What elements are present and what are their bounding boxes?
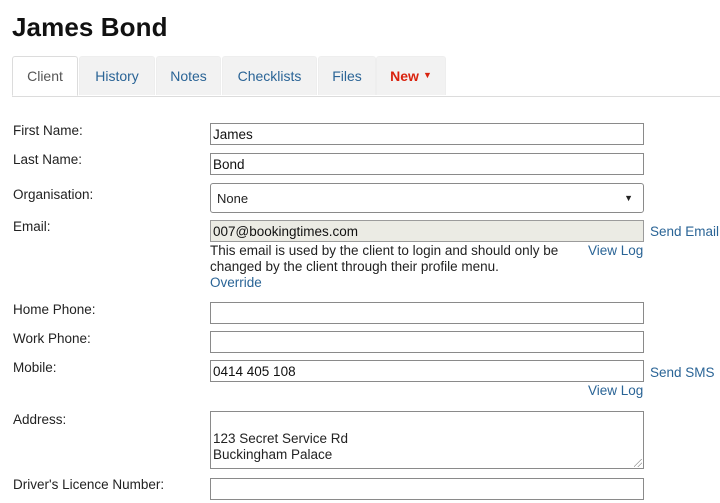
licence-input[interactable] — [210, 478, 644, 500]
organisation-label: Organisation: — [13, 187, 94, 202]
email-label: Email: — [13, 219, 51, 234]
tab-bar: Client History Notes Checklists Files Ne… — [12, 56, 720, 97]
email-help-text: This email is used by the client to logi… — [210, 243, 559, 274]
send-sms-link[interactable]: Send SMS — [650, 365, 715, 380]
tab-client-label: Client — [27, 68, 63, 84]
caret-down-icon: ▼ — [422, 70, 432, 80]
tab-client[interactable]: Client — [12, 56, 78, 96]
tab-files[interactable]: Files — [318, 56, 376, 95]
tab-files-label: Files — [332, 68, 362, 84]
tab-history-label: History — [95, 68, 139, 84]
tab-new-dropdown[interactable]: New ▼ — [376, 56, 446, 95]
mobile-label: Mobile: — [13, 360, 57, 375]
first-name-input[interactable]: James — [210, 123, 644, 145]
home-phone-input[interactable] — [210, 302, 644, 324]
first-name-label: First Name: — [13, 123, 83, 138]
address-textarea[interactable]: 123 Secret Service Rd Buckingham Palace — [210, 411, 644, 469]
chevron-down-icon: ▼ — [624, 193, 633, 203]
mobile-view-log-link[interactable]: View Log — [588, 383, 643, 398]
email-override-link[interactable]: Override — [210, 275, 262, 290]
tab-history[interactable]: History — [79, 56, 155, 95]
work-phone-label: Work Phone: — [13, 331, 91, 346]
mobile-input[interactable]: 0414 405 108 — [210, 360, 644, 382]
email-view-log-link[interactable]: View Log — [588, 243, 643, 258]
page-title: James Bond — [12, 12, 168, 42]
home-phone-label: Home Phone: — [13, 302, 96, 317]
email-input[interactable]: 007@bookingtimes.com — [210, 220, 644, 242]
tab-new-label: New — [390, 68, 419, 84]
licence-label: Driver's Licence Number: — [13, 477, 165, 492]
resize-handle-icon[interactable] — [634, 459, 642, 467]
tab-checklists[interactable]: Checklists — [222, 56, 317, 95]
tab-checklists-label: Checklists — [237, 68, 302, 84]
work-phone-input[interactable] — [210, 331, 644, 353]
organisation-select[interactable]: None ▼ — [210, 183, 644, 213]
last-name-input[interactable]: Bond — [210, 153, 644, 175]
last-name-label: Last Name: — [13, 152, 83, 167]
tab-notes-label: Notes — [170, 68, 207, 84]
address-label: Address: — [13, 412, 67, 427]
address-value: 123 Secret Service Rd Buckingham Palace — [213, 431, 349, 462]
tab-notes[interactable]: Notes — [156, 56, 221, 95]
send-email-link[interactable]: Send Email — [650, 224, 719, 239]
organisation-selected-value: None — [217, 190, 249, 206]
